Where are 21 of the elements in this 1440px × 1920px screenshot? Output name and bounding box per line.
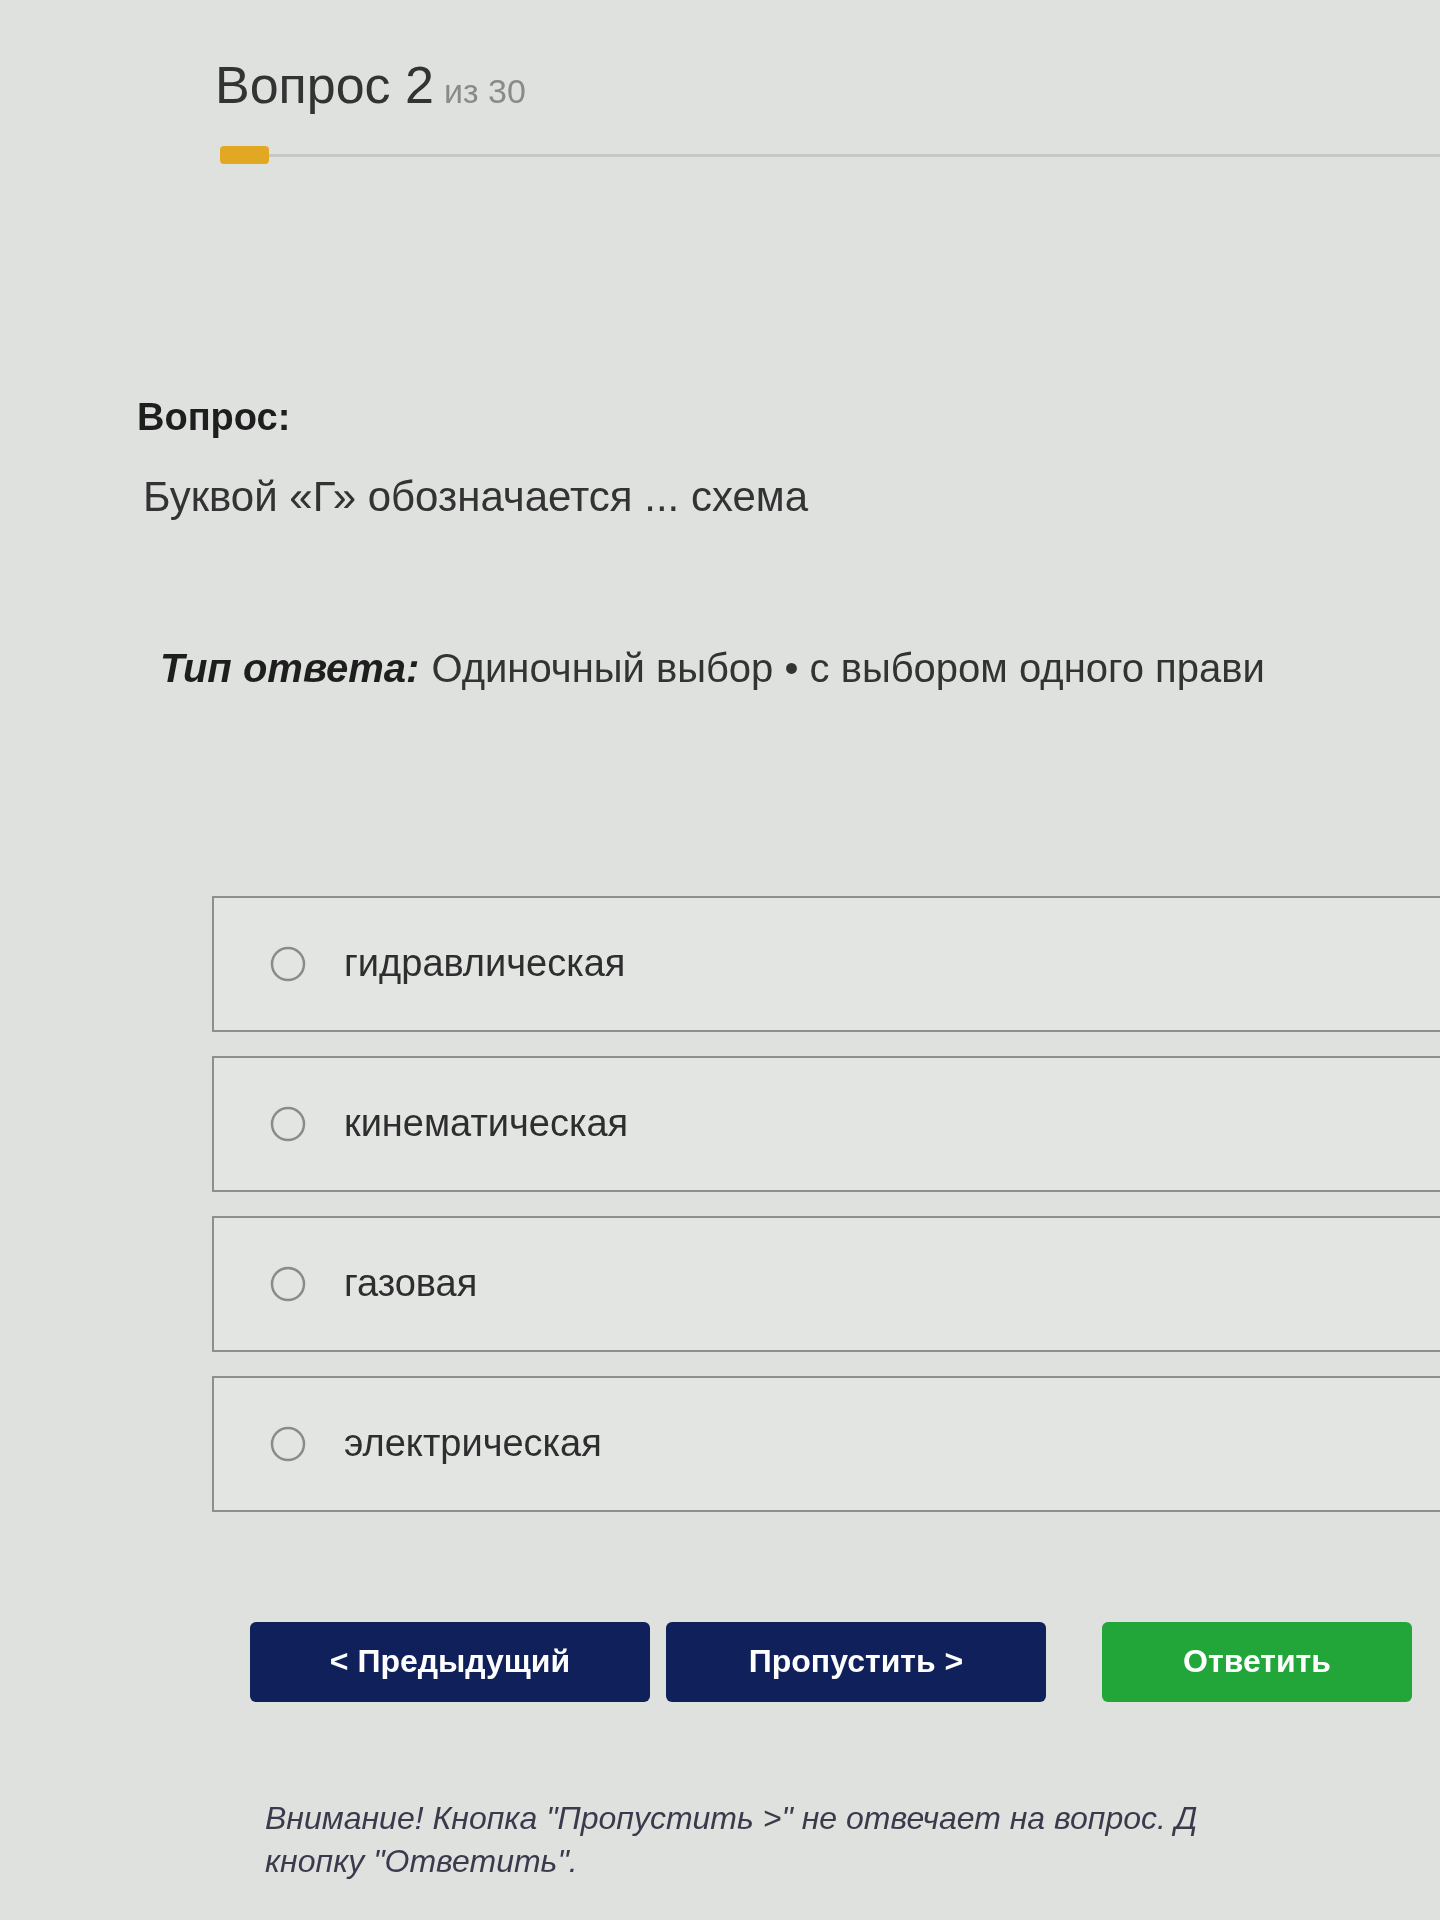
answer-option[interactable]: электрическая [212,1375,1440,1512]
radio-icon[interactable] [270,945,306,982]
question-counter: Вопрос 2 [215,56,434,114]
nav-button[interactable]: Пропустить > [666,1621,1046,1702]
radio-icon[interactable] [270,1265,306,1302]
option-label: кинематическая [344,1102,629,1146]
option-label: газовая [344,1262,478,1306]
question-label: Вопрос: [137,395,291,439]
option-label: гидравлическая [344,942,626,986]
radio-icon[interactable] [270,1425,306,1462]
radio-icon[interactable] [270,1105,306,1142]
answer-type-label: Тип ответа: [160,645,420,691]
question-text: Буквой «Г» обозначается ... схема [143,472,809,521]
warning-note: Внимание! Кнопка "Пропустить >" не отвечает на вопрос. Д кнопку "Ответить". [265,1798,1198,1881]
nav-button[interactable]: < Предыдущий [250,1621,650,1702]
answer-option[interactable]: кинематическая [212,1055,1440,1192]
answer-option[interactable]: газовая [212,1215,1440,1352]
question-total: из 30 [443,72,526,110]
option-label: электрическая [344,1422,602,1466]
answer-type-value: Одиночный выбор • с выбором одного прави [431,645,1265,691]
answer-option[interactable]: гидравлическая [212,895,1440,1032]
